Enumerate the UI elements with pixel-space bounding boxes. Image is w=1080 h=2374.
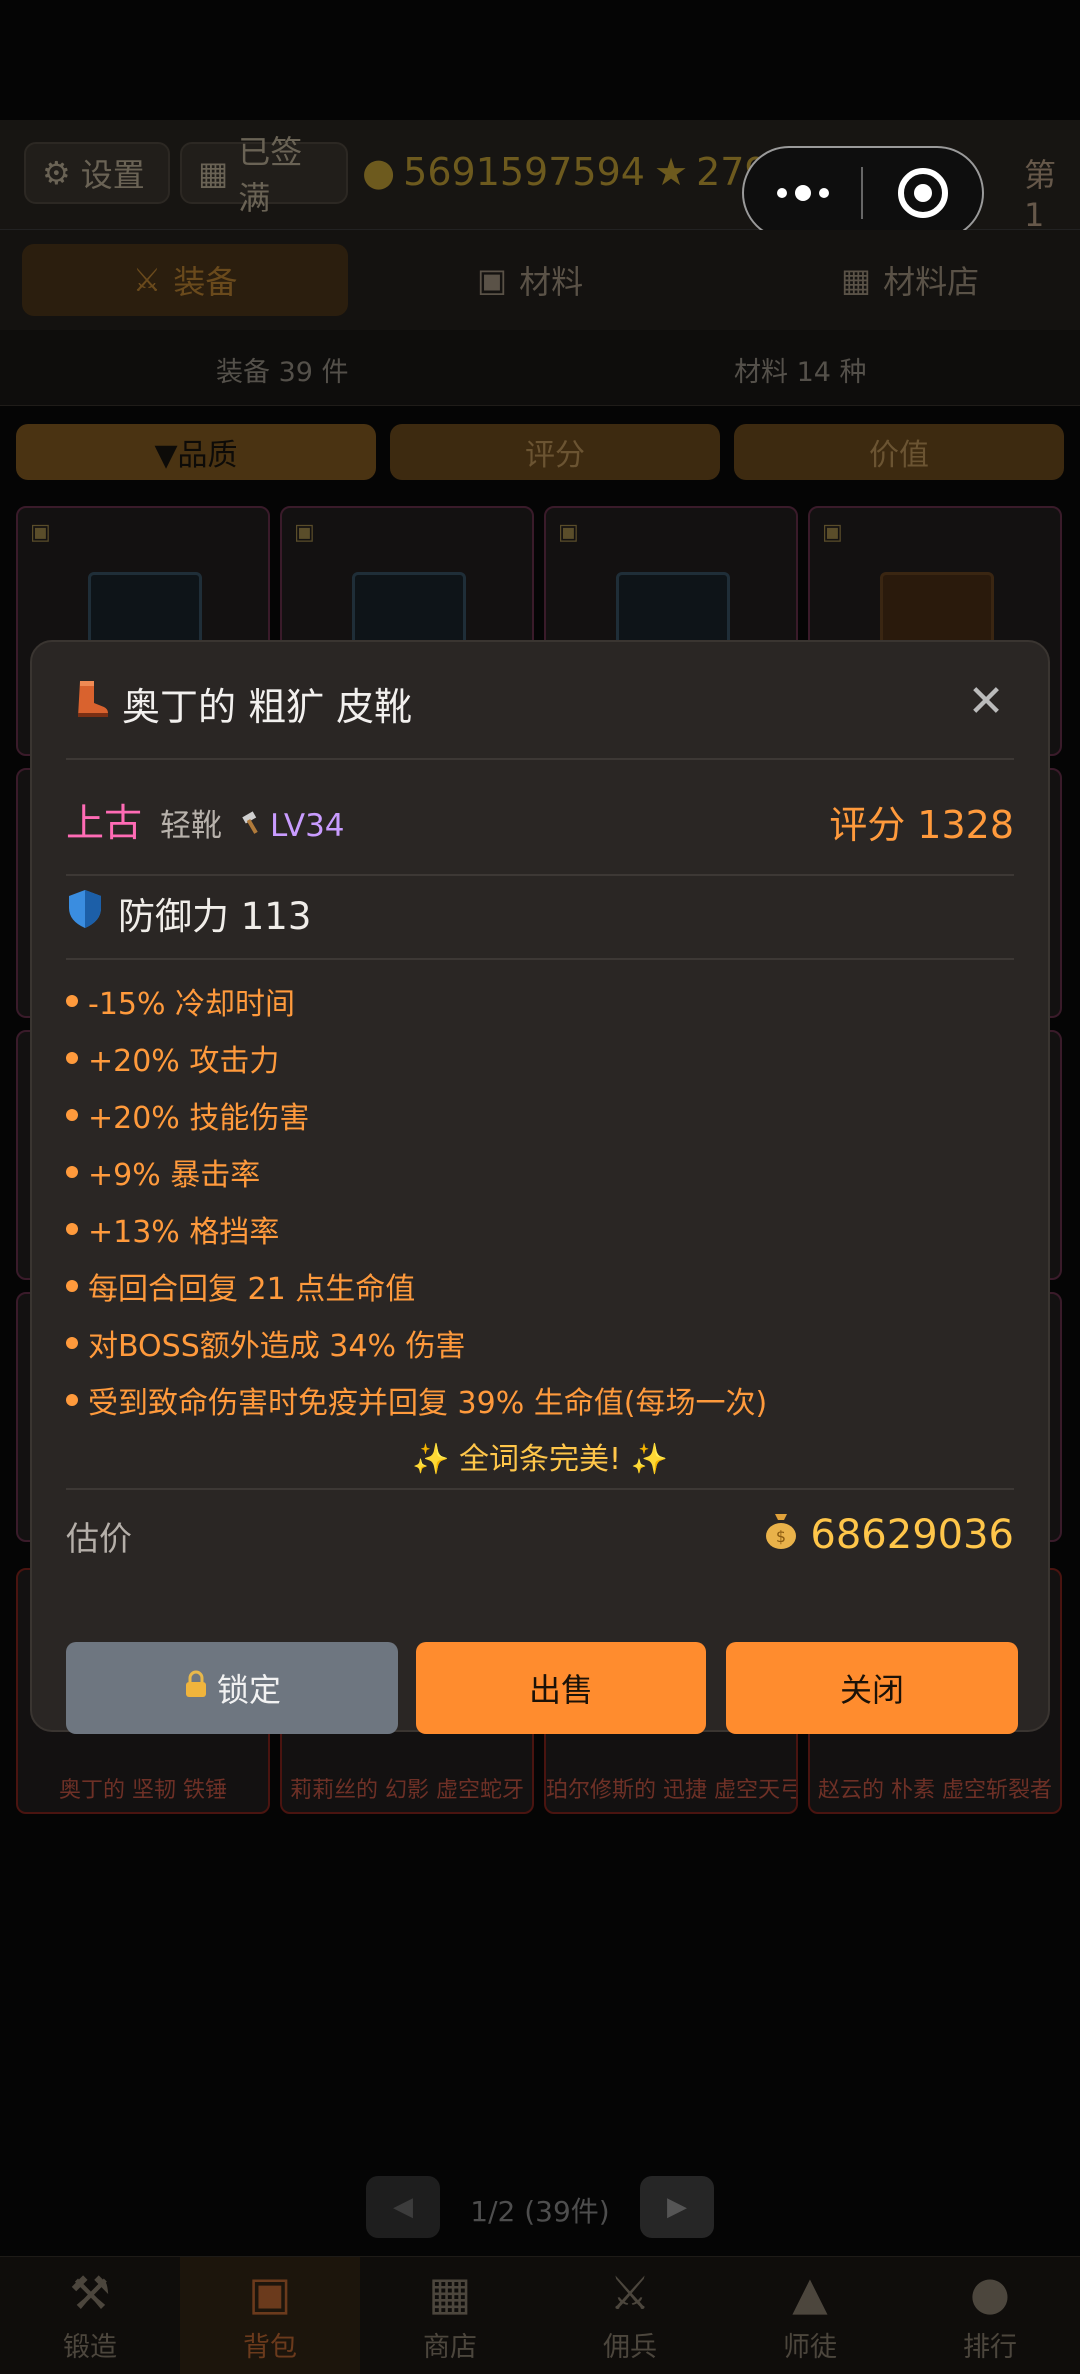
close-button[interactable]: 关闭 [726, 1642, 1018, 1734]
hammer-icon [240, 808, 266, 844]
svg-text:$: $ [776, 1527, 786, 1546]
attribute-item: 每回合回复 21 点生命值 [66, 1257, 1006, 1314]
boot-icon [68, 677, 112, 731]
perfect-stats-banner: ✨ 全词条完美! ✨ [412, 1442, 668, 1477]
rarity-label: 上古 [66, 801, 143, 845]
shield-icon [66, 888, 104, 939]
lock-icon [183, 1669, 209, 1707]
attribute-item: -15% 冷却时间 [66, 972, 1006, 1029]
attribute-item: +20% 技能伤害 [66, 1086, 1006, 1143]
item-detail-dialog: 奥丁的 粗犷 皮靴 ✕ 上古 轻靴 LV34 评分 1328 防御力 113 -… [30, 640, 1050, 1734]
sell-button[interactable]: 出售 [416, 1642, 706, 1734]
item-score: 评分 1328 [829, 803, 1014, 847]
item-title: 奥丁的 粗犷 皮靴 [68, 676, 412, 731]
attribute-item: 对BOSS额外造成 34% 伤害 [66, 1314, 1006, 1371]
item-meta: 上古 轻靴 LV34 [66, 792, 345, 847]
attribute-item: 受到致命伤害时免疫并回复 39% 生命值(每场一次) [66, 1371, 1006, 1428]
defense-stat: 防御力 113 [66, 886, 311, 940]
close-icon[interactable]: ✕ [966, 680, 1006, 724]
price-value: $ 68629036 [762, 1510, 1014, 1560]
attribute-list: -15% 冷却时间 +20% 攻击力 +20% 技能伤害 +9% 暴击率 +13… [66, 972, 1006, 1428]
item-name: 奥丁的 粗犷 皮靴 [122, 685, 413, 729]
attribute-item: +9% 暴击率 [66, 1143, 1006, 1200]
lock-button[interactable]: 锁定 [66, 1642, 398, 1734]
attribute-item: +20% 攻击力 [66, 1029, 1006, 1086]
defense-value: 防御力 113 [118, 895, 312, 938]
money-bag-icon: $ [762, 1510, 800, 1560]
level-value: LV34 [270, 808, 345, 844]
attribute-item: +13% 格挡率 [66, 1200, 1006, 1257]
price-label: 估价 [66, 1519, 132, 1558]
item-type-label: 轻靴 [160, 808, 223, 844]
level-badge: LV34 [240, 808, 345, 844]
